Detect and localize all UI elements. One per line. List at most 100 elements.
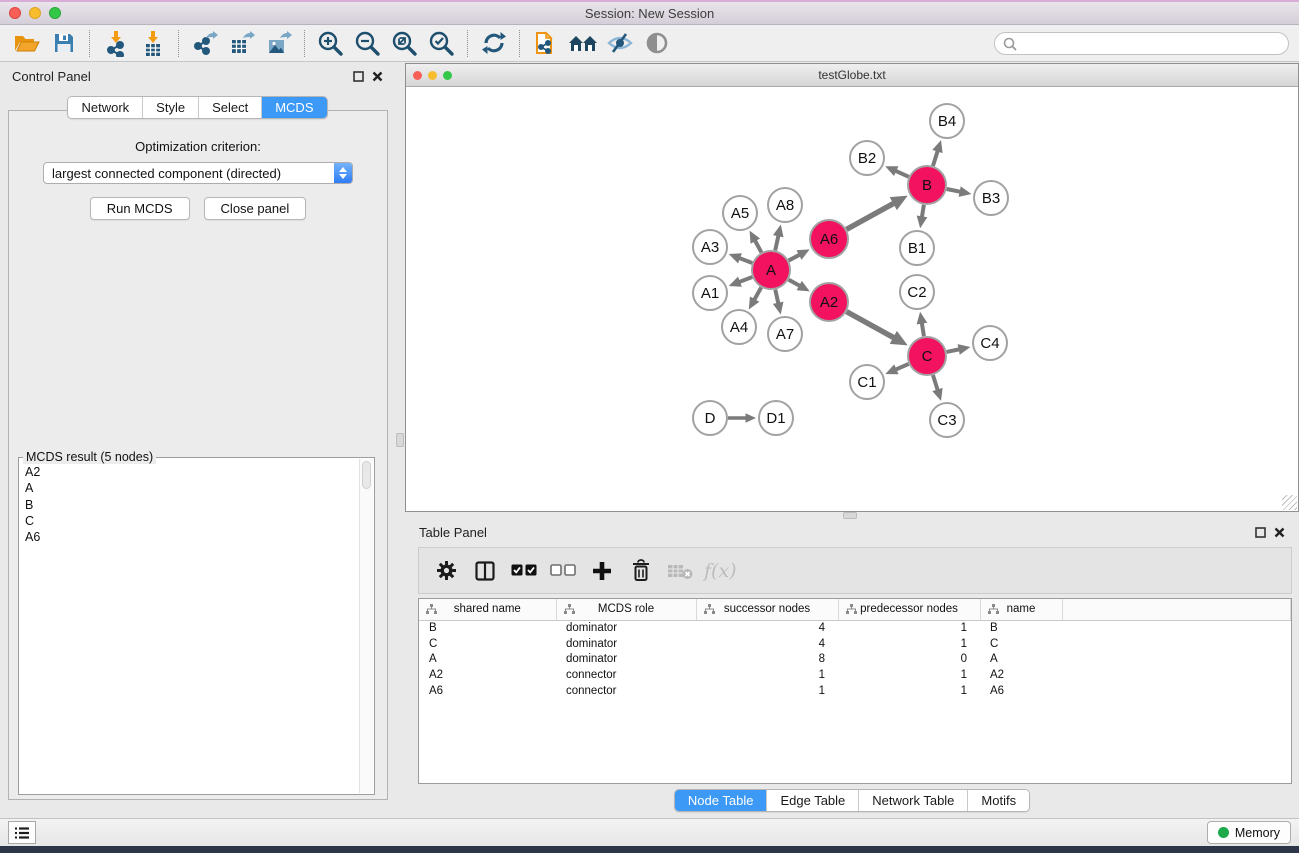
vertical-splitter-handle[interactable]: [396, 433, 404, 447]
table-cell[interactable]: 1: [838, 667, 980, 683]
zoom-in-button[interactable]: [312, 28, 349, 59]
function-builder-button[interactable]: f(x): [704, 556, 737, 586]
show-columns-button[interactable]: [470, 556, 500, 586]
graph-edge-C-C2[interactable]: [922, 323, 924, 337]
table-cell[interactable]: C: [419, 636, 556, 652]
graph-edge-B-B1[interactable]: [922, 205, 924, 218]
select-all-rows-button[interactable]: [509, 556, 539, 586]
graph-edge-A-A4[interactable]: [754, 287, 761, 300]
zoom-selected-button[interactable]: [423, 28, 460, 59]
mcds-result-item[interactable]: A: [20, 480, 358, 496]
table-cell[interactable]: connector: [556, 667, 696, 683]
table-cell[interactable]: 1: [838, 620, 980, 636]
mcds-result-item[interactable]: C: [20, 513, 358, 529]
table-cell[interactable]: A2: [419, 667, 556, 683]
mcds-result-item[interactable]: A2: [20, 464, 358, 480]
table-settings-button[interactable]: [431, 556, 461, 586]
tab-motifs[interactable]: Motifs: [967, 790, 1029, 811]
horizontal-splitter-handle[interactable]: [843, 512, 857, 519]
close-panel-icon[interactable]: [372, 71, 383, 82]
optimization-criterion-select[interactable]: largest connected component (directed): [43, 162, 353, 184]
graph-edge-B-B2[interactable]: [895, 171, 908, 177]
tab-edge-table[interactable]: Edge Table: [766, 790, 858, 811]
table-cell[interactable]: B: [419, 620, 556, 636]
table-cell[interactable]: connector: [556, 683, 696, 699]
graph-edge-A-A1[interactable]: [739, 277, 752, 282]
table-cell[interactable]: 4: [696, 636, 838, 652]
tab-select[interactable]: Select: [198, 97, 261, 118]
column-header-predecessor-nodes[interactable]: predecessor nodes: [838, 599, 980, 620]
table-cell[interactable]: dominator: [556, 652, 696, 668]
table-cell[interactable]: 1: [696, 667, 838, 683]
close-panel-button[interactable]: Close panel: [204, 197, 307, 220]
graph-edge-A-A3[interactable]: [739, 258, 752, 263]
new-network-from-selection-button[interactable]: [527, 28, 564, 59]
table-row[interactable]: Adominator80A: [419, 652, 1291, 668]
tab-node-table[interactable]: Node Table: [675, 790, 767, 811]
tab-style[interactable]: Style: [142, 97, 198, 118]
table-cell[interactable]: B: [980, 620, 1062, 636]
column-header-MCDS-role[interactable]: MCDS role: [556, 599, 696, 620]
tab-mcds[interactable]: MCDS: [261, 97, 326, 118]
mcds-result-item[interactable]: B: [20, 497, 358, 513]
deselect-all-rows-button[interactable]: [548, 556, 578, 586]
graph-edge-C-C1[interactable]: [895, 364, 908, 370]
export-image-button[interactable]: [260, 28, 297, 59]
table-cell[interactable]: A: [980, 652, 1062, 668]
graph-edge-A-A5[interactable]: [755, 240, 762, 252]
table-row[interactable]: Cdominator41C: [419, 636, 1291, 652]
delete-columns-button[interactable]: [626, 556, 656, 586]
task-history-button[interactable]: [8, 821, 36, 844]
add-column-button[interactable]: [587, 556, 617, 586]
run-mcds-button[interactable]: Run MCDS: [90, 197, 190, 220]
graph-edge-A-A2[interactable]: [789, 280, 801, 286]
table-cell[interactable]: A: [419, 652, 556, 668]
graph-edge-C-C4[interactable]: [947, 349, 960, 352]
table-row[interactable]: A2connector11A2: [419, 667, 1291, 683]
graph-edge-A6-B[interactable]: [847, 203, 895, 229]
float-panel-icon[interactable]: [353, 71, 364, 82]
mcds-result-item[interactable]: A6: [20, 529, 358, 545]
table-cell[interactable]: 0: [838, 652, 980, 668]
export-table-button[interactable]: [223, 28, 260, 59]
table-cell[interactable]: 1: [838, 636, 980, 652]
graph-edge-A2-C[interactable]: [847, 312, 895, 338]
table-cell[interactable]: C: [980, 636, 1062, 652]
export-network-button[interactable]: [186, 28, 223, 59]
mcds-result-scrollbar[interactable]: [359, 459, 373, 793]
table-cell[interactable]: 8: [696, 652, 838, 668]
column-header-shared-name[interactable]: shared name: [419, 599, 556, 620]
close-panel-icon[interactable]: [1274, 527, 1285, 538]
table-cell[interactable]: A6: [419, 683, 556, 699]
graph-edge-C-C3[interactable]: [933, 375, 938, 390]
zoom-fit-button[interactable]: [386, 28, 423, 59]
graph-edge-A-A6[interactable]: [789, 255, 800, 261]
show-all-button[interactable]: [638, 28, 675, 59]
table-cell[interactable]: dominator: [556, 620, 696, 636]
table-cell[interactable]: dominator: [556, 636, 696, 652]
window-resize-grip[interactable]: [1282, 495, 1297, 510]
import-network-button[interactable]: [97, 28, 134, 59]
column-header-name[interactable]: name: [980, 599, 1062, 620]
table-row[interactable]: A6connector11A6: [419, 683, 1291, 699]
home-button[interactable]: [564, 28, 601, 59]
memory-button[interactable]: Memory: [1207, 821, 1291, 844]
graph-edge-B-B3[interactable]: [947, 189, 961, 192]
network-canvas[interactable]: AA1A2A3A4A5A6A7A8BB1B2B3B4CC1C2C3C4DD1: [406, 88, 1298, 511]
graph-edge-B-B4[interactable]: [933, 151, 938, 166]
open-session-button[interactable]: [8, 28, 45, 59]
save-session-button[interactable]: [45, 28, 82, 59]
tab-network[interactable]: Network: [68, 97, 142, 118]
graph-edge-A-A7[interactable]: [775, 290, 778, 304]
mcds-result-list[interactable]: A2ABCA6: [20, 464, 358, 793]
delete-table-button[interactable]: [665, 556, 695, 586]
table-cell[interactable]: 1: [696, 683, 838, 699]
tab-network-table[interactable]: Network Table: [858, 790, 967, 811]
table-cell[interactable]: 1: [838, 683, 980, 699]
import-table-button[interactable]: [134, 28, 171, 59]
table-cell[interactable]: 4: [696, 620, 838, 636]
float-panel-icon[interactable]: [1255, 527, 1266, 538]
table-cell[interactable]: A2: [980, 667, 1062, 683]
zoom-out-button[interactable]: [349, 28, 386, 59]
hide-selected-button[interactable]: [601, 28, 638, 59]
